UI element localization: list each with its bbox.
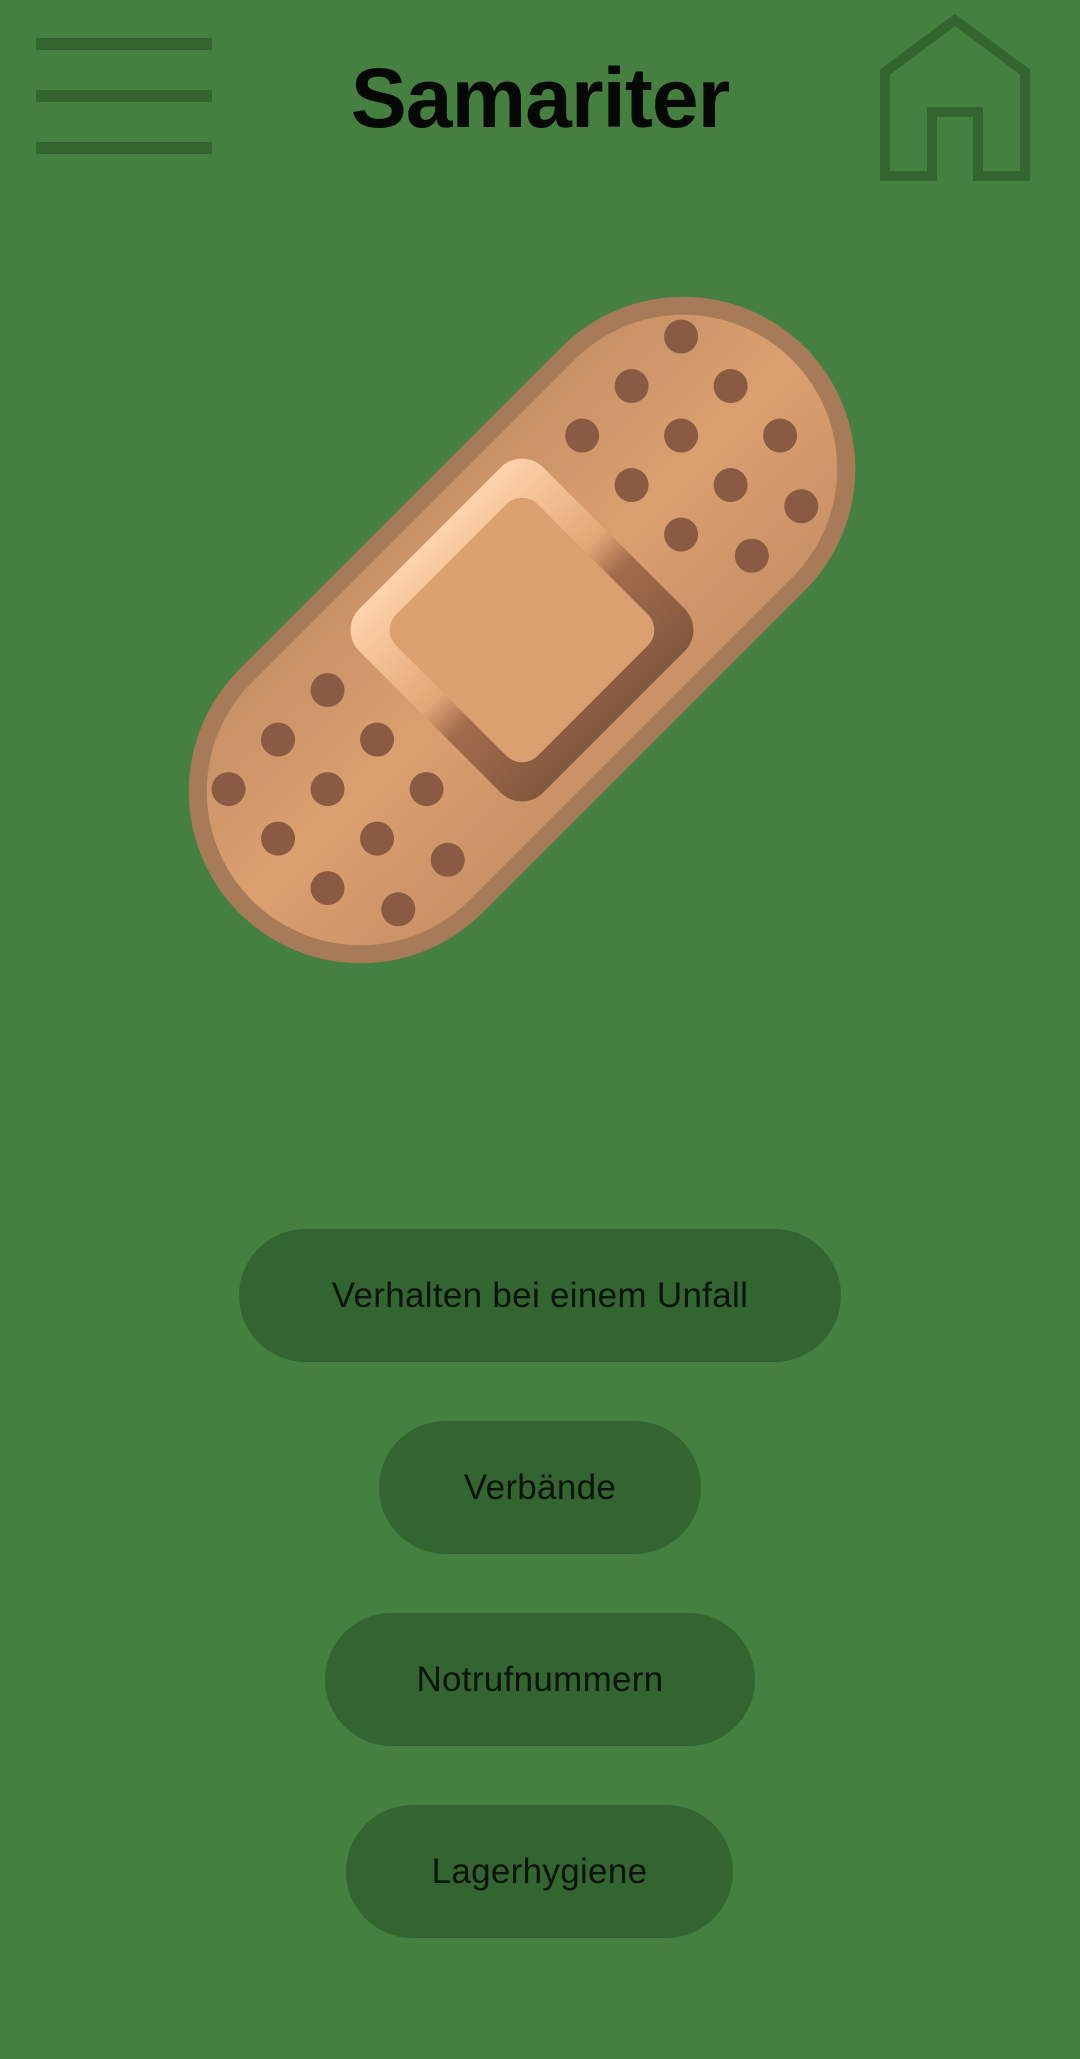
bandages-button[interactable]: Verbände <box>379 1421 701 1554</box>
camp-hygiene-button[interactable]: Lagerhygiene <box>346 1805 733 1938</box>
emergency-numbers-button[interactable]: Notrufnummern <box>325 1613 755 1746</box>
emergency-numbers-label: Notrufnummern <box>416 1659 664 1699</box>
app-header: Samariter <box>0 0 1080 200</box>
camp-hygiene-label: Lagerhygiene <box>431 1851 648 1891</box>
bandages-label: Verbände <box>463 1467 617 1507</box>
accident-behaviour-button[interactable]: Verhalten bei einem Unfall <box>239 1229 841 1362</box>
adhesive-bandage-icon <box>188 296 856 964</box>
home-button[interactable] <box>878 13 1033 184</box>
bandage-illustration <box>140 230 940 1050</box>
accident-behaviour-label: Verhalten bei einem Unfall <box>331 1275 749 1315</box>
home-icon <box>880 13 1030 181</box>
